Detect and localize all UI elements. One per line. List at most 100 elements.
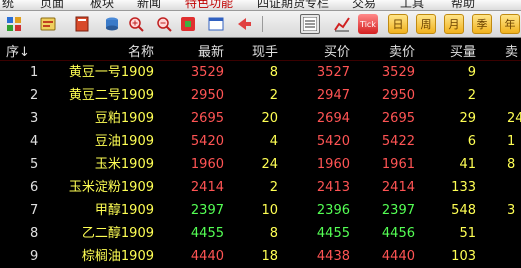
row-ask-price: 2950 <box>381 88 415 103</box>
col-index-header[interactable]: 序↓ <box>6 41 30 60</box>
book-icon[interactable] <box>72 14 92 34</box>
row-bid-volume: 133 <box>451 180 476 195</box>
row-index: 9 <box>30 249 39 264</box>
row-name: 玉米淀粉1909 <box>68 180 154 195</box>
table-row[interactable]: 1 黄豆一号1909 3529 8 3527 3529 9 <box>0 61 521 84</box>
row-last-price: 5420 <box>190 134 224 149</box>
row-index: 6 <box>30 180 39 195</box>
table-row[interactable]: 5 玉米1909 1960 24 1960 1961 41 8 <box>0 153 521 176</box>
row-last-price: 2695 <box>190 111 224 126</box>
table-row[interactable]: 4 豆油1909 5420 4 5420 5422 6 1 <box>0 130 521 153</box>
zoom-in-icon[interactable] <box>126 14 146 34</box>
row-ask-price: 2414 <box>381 180 415 195</box>
menu-futures-column[interactable]: 四证期货专栏 <box>257 0 329 10</box>
row-name: 豆粕1909 <box>94 111 154 126</box>
menu-system[interactable]: 统 <box>2 0 14 10</box>
arrow-left-icon[interactable] <box>234 14 254 34</box>
table-row[interactable]: 3 豆粕1909 2695 20 2694 2695 29 24 <box>0 107 521 130</box>
row-bid-price: 1960 <box>316 157 350 172</box>
menu-trade[interactable]: 交易 <box>352 0 376 10</box>
table-row[interactable]: 8 乙二醇1909 4455 8 4455 4456 51 <box>0 222 521 245</box>
menu-features[interactable]: 特色功能 <box>185 0 233 10</box>
row-name: 豆油1909 <box>94 134 154 149</box>
row-bid-price: 5420 <box>316 134 350 149</box>
row-last-price: 3529 <box>190 65 224 80</box>
quote-table-header: 序↓ 名称 最新 现手 买价 卖价 买量 卖 <box>0 38 521 61</box>
row-last-price: 2397 <box>190 203 224 218</box>
row-bid-volume: 6 <box>467 134 476 149</box>
col-name-header[interactable]: 名称 <box>128 41 154 60</box>
line-chart-icon[interactable] <box>332 14 352 34</box>
row-index: 3 <box>30 111 39 126</box>
menu-tools[interactable]: 工具 <box>400 0 424 10</box>
table-row[interactable]: 6 玉米淀粉1909 2414 2 2413 2414 133 <box>0 176 521 199</box>
row-name: 黄豆一号1909 <box>68 65 154 80</box>
toolbar: Tick 日 周 月 季 年 <box>0 11 521 38</box>
row-index: 2 <box>30 88 39 103</box>
col-bidvol-header[interactable]: 买量 <box>450 41 476 60</box>
row-index: 8 <box>30 226 39 241</box>
row-bid-price: 2694 <box>316 111 350 126</box>
menu-help[interactable]: 帮助 <box>451 0 475 10</box>
toolbar-separator <box>262 16 263 32</box>
database-icon[interactable] <box>102 14 122 34</box>
menu-sector[interactable]: 板块 <box>90 0 114 10</box>
row-ask-volume: 3 <box>507 203 516 218</box>
table-row[interactable]: 7 甲醇1909 2397 10 2396 2397 548 3 <box>0 199 521 222</box>
row-ask-price: 2695 <box>381 111 415 126</box>
menu-page[interactable]: 页面 <box>40 0 64 10</box>
row-bid-volume: 41 <box>459 157 476 172</box>
menu-news[interactable]: 新闻 <box>137 0 161 10</box>
row-volume: 8 <box>269 65 278 80</box>
row-last-price: 1960 <box>190 157 224 172</box>
col-volume-header[interactable]: 现手 <box>252 41 278 60</box>
row-bid-price: 3527 <box>316 65 350 80</box>
row-name: 甲醇1909 <box>94 203 154 218</box>
row-last-price: 2414 <box>190 180 224 195</box>
row-volume: 20 <box>261 111 278 126</box>
period-day-button[interactable]: 日 <box>388 14 408 34</box>
row-ask-price: 4440 <box>381 249 415 264</box>
period-year-button[interactable]: 年 <box>500 14 520 34</box>
row-bid-volume: 9 <box>467 65 476 80</box>
row-index: 5 <box>30 157 39 172</box>
tick-icon[interactable]: Tick <box>358 14 378 34</box>
row-volume: 18 <box>261 249 278 264</box>
row-bid-volume: 51 <box>459 226 476 241</box>
col-askvol-header[interactable]: 卖 <box>505 41 518 60</box>
window-icon[interactable] <box>206 14 226 34</box>
row-last-price: 2950 <box>190 88 224 103</box>
row-ask-price: 5422 <box>381 134 415 149</box>
row-ask-volume: 24 <box>507 111 521 126</box>
table-row[interactable]: 2 黄豆二号1909 2950 2 2947 2950 2 <box>0 84 521 107</box>
col-last-header[interactable]: 最新 <box>198 41 224 60</box>
row-volume: 24 <box>261 157 278 172</box>
row-ask-price: 1961 <box>381 157 415 172</box>
row-name: 棕榈油1909 <box>81 249 154 264</box>
tiles-icon[interactable] <box>4 14 24 34</box>
row-bid-price: 2413 <box>316 180 350 195</box>
row-ask-price: 3529 <box>381 65 415 80</box>
row-bid-volume: 29 <box>459 111 476 126</box>
period-quarter-button[interactable]: 季 <box>472 14 492 34</box>
row-ask-volume: 1 <box>507 134 516 149</box>
row-volume: 4 <box>269 134 278 149</box>
row-index: 7 <box>30 203 39 218</box>
refresh-icon[interactable] <box>178 14 198 34</box>
row-index: 1 <box>30 65 39 80</box>
table-row[interactable]: 9 棕榈油1909 4440 18 4438 4440 103 <box>0 245 521 268</box>
row-volume: 2 <box>269 88 278 103</box>
period-week-button[interactable]: 周 <box>416 14 436 34</box>
list-icon[interactable] <box>300 14 320 34</box>
menu-bar: 统 页面 板块 新闻 特色功能 四证期货专栏 交易 工具 帮助 <box>0 0 521 11</box>
row-bid-volume: 2 <box>467 88 476 103</box>
row-volume: 10 <box>261 203 278 218</box>
row-bid-price: 4455 <box>316 226 350 241</box>
zoom-out-icon[interactable] <box>154 14 174 34</box>
period-month-button[interactable]: 月 <box>444 14 464 34</box>
col-ask-header[interactable]: 卖价 <box>389 41 415 60</box>
row-bid-price: 2947 <box>316 88 350 103</box>
col-bid-header[interactable]: 买价 <box>324 41 350 60</box>
card-icon[interactable] <box>38 14 58 34</box>
row-bid-volume: 548 <box>451 203 476 218</box>
